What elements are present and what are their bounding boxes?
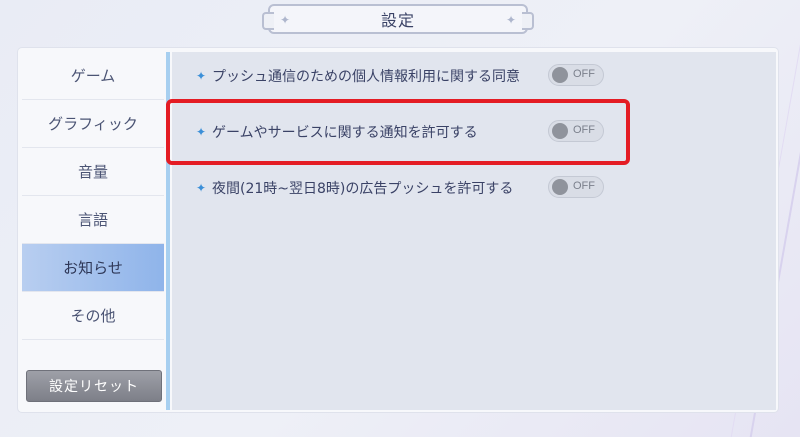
- sidebar-item-game[interactable]: ゲーム: [22, 52, 164, 100]
- title-plate: ✦ 設定 ✦: [262, 4, 534, 34]
- sidebar-item-label: 音量: [77, 163, 108, 181]
- sidebar-item-label: お知らせ: [63, 259, 123, 277]
- highlight-annotation: [166, 99, 630, 165]
- sparkle-icon: ✦: [196, 181, 207, 195]
- toggle-state: OFF: [573, 68, 595, 80]
- toggle-knob: [552, 67, 568, 83]
- toggle-knob: [552, 179, 568, 195]
- star-icon: ✦: [280, 13, 291, 27]
- sidebar-item-sound[interactable]: 音量: [22, 148, 164, 196]
- setting-label: プッシュ通信のための個人情報利用に関する同意: [212, 69, 520, 85]
- push-consent-toggle[interactable]: OFF: [548, 64, 604, 86]
- toggle-state: OFF: [573, 180, 595, 192]
- sidebar-item-notifications[interactable]: お知らせ: [22, 244, 164, 292]
- sidebar-item-other[interactable]: その他: [22, 292, 164, 340]
- reset-settings-button[interactable]: 設定リセット: [26, 370, 162, 402]
- sidebar: ゲーム グラフィック 音量 言語 お知らせ その他: [22, 52, 164, 408]
- star-icon: ✦: [505, 13, 516, 27]
- sidebar-item-label: その他: [70, 307, 116, 325]
- setting-label: 夜間(21時~翌日8時)の広告プッシュを許可する: [212, 181, 514, 197]
- sidebar-item-label: ゲーム: [70, 67, 116, 85]
- sparkle-icon: ✦: [196, 69, 207, 83]
- sidebar-item-language[interactable]: 言語: [22, 196, 164, 244]
- night-ads-toggle[interactable]: OFF: [548, 176, 604, 198]
- sidebar-item-label: グラフィック: [48, 115, 138, 133]
- page-title: 設定: [380, 11, 415, 30]
- sidebar-item-graphics[interactable]: グラフィック: [22, 100, 164, 148]
- sidebar-item-label: 言語: [77, 211, 108, 229]
